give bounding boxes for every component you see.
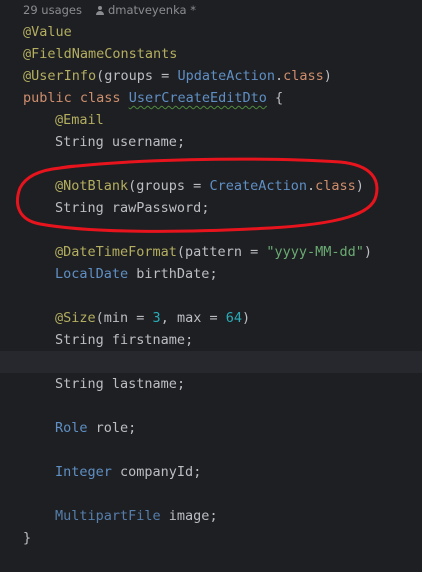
- code-line-11[interactable]: @Size(min = 3, max = 64): [23, 307, 250, 329]
- field-name: lastname: [111, 376, 177, 392]
- code-text: ;: [128, 420, 137, 436]
- code-text: ;: [209, 508, 218, 524]
- author-icon: [95, 5, 104, 15]
- code-text: (pattern =: [176, 244, 267, 260]
- type-name: String: [55, 134, 112, 150]
- code-text: (min =: [95, 310, 153, 326]
- code-text: ;: [201, 200, 210, 216]
- annotation-field-name-constants: @FieldNameConstants: [23, 46, 178, 62]
- type-name: String: [55, 376, 112, 392]
- string-literal: "yyyy-MM-dd": [266, 244, 364, 260]
- code-text: ;: [193, 464, 202, 480]
- annotation-date-time-format: @DateTimeFormat: [55, 244, 177, 260]
- code-text: ): [363, 244, 373, 260]
- keyword: class: [315, 178, 356, 194]
- type-name: MultipartFile: [55, 508, 169, 524]
- annotation-size: @Size: [55, 310, 96, 326]
- keyword: class: [79, 90, 129, 106]
- code-line-7[interactable]: @NotBlank(groups = CreateAction.class): [23, 175, 364, 197]
- annotation-user-info: @UserInfo: [23, 68, 97, 84]
- code-line-8[interactable]: String rawPassword;: [23, 197, 209, 219]
- code-line-15[interactable]: Integer companyId;: [23, 461, 201, 483]
- code-editor[interactable]: 29 usages dmatveyenka * @Value @FieldNam…: [0, 0, 422, 572]
- code-text: (groups =: [96, 68, 178, 84]
- code-text: {: [266, 90, 284, 106]
- field-name: firstname: [111, 332, 186, 348]
- field-name: image: [168, 508, 210, 524]
- current-line-highlight: [0, 351, 422, 373]
- code-line-9[interactable]: @DateTimeFormat(pattern = "yyyy-MM-dd"): [23, 241, 372, 263]
- code-text: ;: [185, 332, 194, 348]
- usages-link[interactable]: 29 usages: [23, 3, 82, 17]
- code-line-13[interactable]: String lastname;: [23, 373, 185, 395]
- code-line-5[interactable]: @Email: [23, 109, 104, 131]
- code-line-6[interactable]: String username;: [23, 131, 185, 153]
- code-text: , max =: [160, 310, 226, 326]
- class-reference: UpdateAction: [177, 68, 275, 84]
- code-text: ;: [209, 266, 218, 282]
- code-text: .: [306, 178, 316, 194]
- number-literal: 64: [225, 310, 242, 326]
- closing-brace: }: [23, 530, 32, 546]
- number-literal: 3: [152, 310, 161, 326]
- code-text: ): [323, 68, 332, 84]
- type-name: LocalDate: [55, 266, 137, 282]
- annotation-not-blank: @NotBlank: [55, 178, 129, 194]
- code-line-12[interactable]: String firstname;: [23, 329, 193, 351]
- class-reference: CreateAction: [209, 178, 307, 194]
- code-line-1[interactable]: @Value: [23, 21, 72, 43]
- type-name: Integer: [55, 464, 121, 480]
- code-vision-hint[interactable]: 29 usages dmatveyenka *: [23, 3, 196, 17]
- annotation-email: @Email: [55, 112, 104, 128]
- field-name: role: [95, 420, 129, 436]
- code-line-3[interactable]: @UserInfo(groups = UpdateAction.class): [23, 65, 332, 87]
- keyword: public: [23, 90, 80, 106]
- code-text: (groups =: [128, 178, 210, 194]
- class-name: UserCreateEditDto: [128, 90, 267, 106]
- keyword: class: [283, 68, 324, 84]
- code-text: ;: [176, 376, 186, 392]
- code-line-14[interactable]: Role role;: [23, 417, 136, 439]
- author-name[interactable]: dmatveyenka *: [108, 3, 196, 17]
- code-line-17[interactable]: }: [23, 527, 31, 549]
- type-name: Role: [55, 420, 96, 436]
- code-line-2[interactable]: @FieldNameConstants: [23, 43, 177, 65]
- field-name: companyId: [120, 464, 194, 480]
- code-text: ): [241, 310, 251, 326]
- annotation-value: @Value: [23, 24, 72, 40]
- code-text: ): [355, 178, 364, 194]
- field-name: username: [111, 134, 177, 150]
- field-name: birthDate: [136, 266, 210, 282]
- code-line-16[interactable]: MultipartFile image;: [23, 505, 218, 527]
- type-name: String: [55, 200, 112, 216]
- code-text: .: [274, 68, 284, 84]
- code-text: ;: [176, 134, 186, 150]
- type-name: String: [55, 332, 112, 348]
- code-line-4[interactable]: public class UserCreateEditDto {: [23, 87, 283, 109]
- code-line-10[interactable]: LocalDate birthDate;: [23, 263, 218, 285]
- field-name: rawPassword: [111, 200, 202, 216]
